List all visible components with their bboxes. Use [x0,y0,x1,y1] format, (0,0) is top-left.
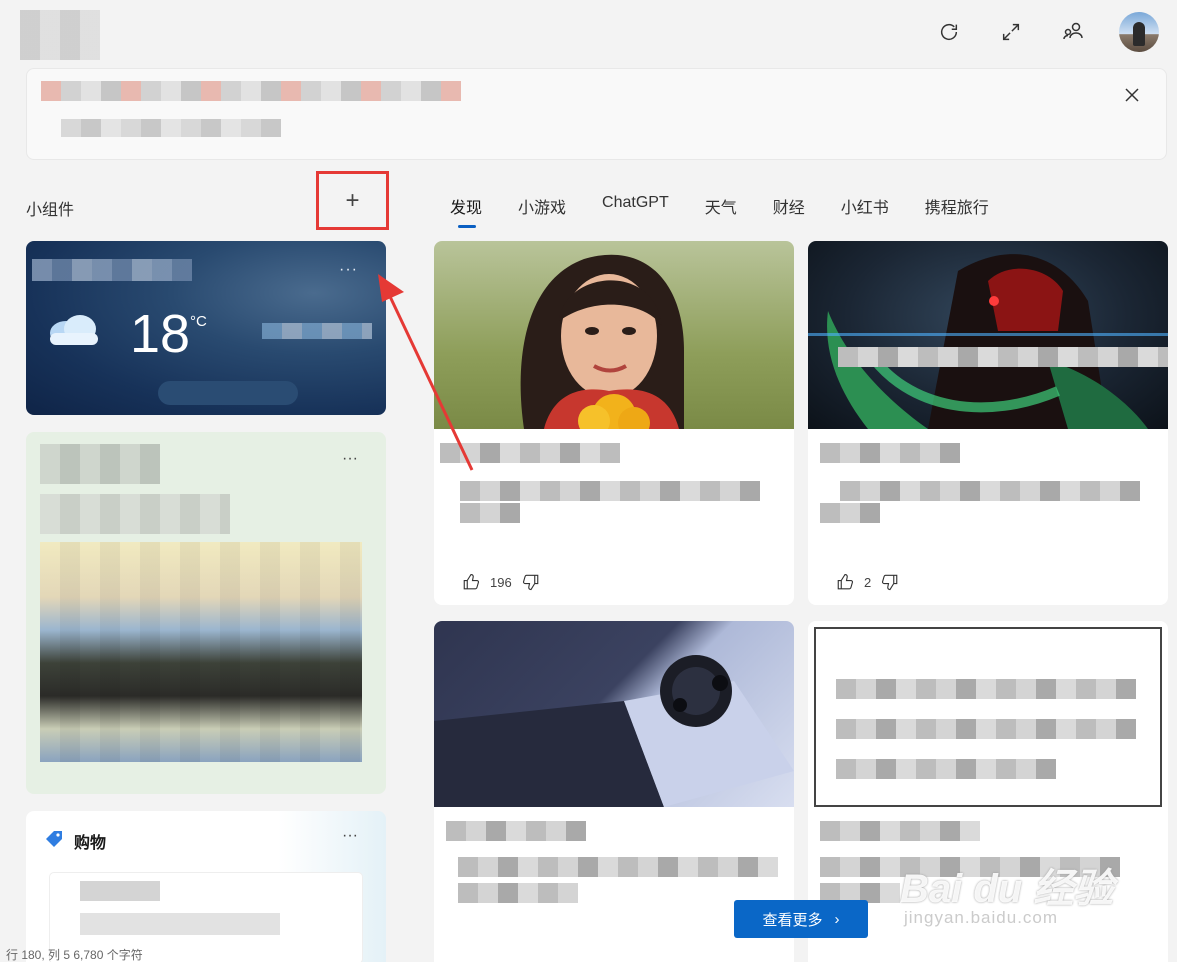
card-reactions: 196 [460,571,542,593]
tab-chatgpt[interactable]: ChatGPT [602,194,669,218]
card-image [808,241,1168,429]
like-icon[interactable] [460,571,482,593]
people-icon[interactable] [1057,16,1089,48]
like-count: 2 [864,574,872,590]
dislike-icon[interactable] [879,571,901,593]
tab-weather[interactable]: 天气 [705,194,737,218]
widget-title-blurred [40,444,160,484]
tab-discover[interactable]: 发现 [450,194,482,228]
temperature-unit: °C [190,313,207,330]
card-image [434,621,794,807]
more-options-icon[interactable]: ··· [339,261,358,279]
like-icon[interactable] [834,571,856,593]
shopping-item-desc-blurred [80,913,280,935]
status-bar: 行 180, 列 5 6,780 个字符 [6,948,143,962]
feed-tabs: 发现 小游戏 ChatGPT 天气 财经 小红书 携程旅行 [450,194,1025,228]
expand-icon[interactable] [995,16,1027,48]
weather-location-blurred [32,259,192,281]
card-source-blurred [820,443,960,463]
temperature: 18 [130,304,191,364]
weather-widget[interactable]: ··· 18 °C [26,241,386,415]
banner-subtitle-blurred [61,119,281,137]
shopping-item-blurred [80,881,160,901]
see-more-label: 查看更多 [762,911,823,929]
card-image [434,241,794,429]
doc-text-blurred-2 [836,719,1136,739]
weather-footer-blurred [158,381,298,405]
baidu-watermark: Bai du 经验 [900,867,1114,911]
add-widget-button[interactable]: + [316,171,389,230]
phone-illustration [434,655,794,807]
tab-finance[interactable]: 财经 [773,194,805,218]
card-headline-blurred [840,481,1140,501]
plus-icon: + [345,186,360,214]
widgets-title: 小组件 [26,202,75,219]
card-reactions: 2 [834,571,901,593]
widget-subtitle-blurred [40,494,230,534]
tab-ctrip[interactable]: 携程旅行 [925,194,989,218]
card-headline-blurred-2 [820,503,880,523]
app-logo [20,10,100,60]
tag-icon [46,831,62,847]
notification-banner [26,68,1167,160]
card-source-blurred [820,821,980,841]
game-art-illustration [808,254,1168,429]
card-source-blurred [440,443,620,463]
shopping-widget[interactable]: 购物 ··· [26,811,386,962]
see-more-button[interactable]: 查看更多 › [734,900,868,938]
feed-card[interactable]: 196 [434,241,794,605]
card-headline-blurred [458,857,778,877]
doc-text-blurred [836,679,1136,699]
feed-card[interactable]: 2 [808,241,1168,605]
top-toolbar [933,12,1159,52]
tab-xiaohongshu[interactable]: 小红书 [841,194,889,218]
widget-image-blurred [40,542,362,762]
card-headline-blurred-2 [458,883,578,903]
chevron-right-icon: › [834,910,840,928]
portrait-illustration [520,254,684,429]
like-count: 196 [490,574,512,590]
banner-title-blurred [41,81,461,101]
close-icon[interactable] [1120,83,1144,107]
weather-condition-blurred [262,323,372,339]
cloud-icon [50,315,98,345]
photo-widget[interactable]: ··· [26,432,386,794]
card-image [814,627,1162,807]
more-options-icon[interactable]: ··· [342,450,358,468]
baidu-watermark-url: jingyan.baidu.com [904,908,1059,927]
card-headline-blurred-2 [460,503,520,523]
doc-text-blurred-3 [836,759,1056,779]
refresh-icon[interactable] [933,16,965,48]
avatar[interactable] [1119,12,1159,52]
card-source-blurred [446,821,586,841]
card-overlay-title-blurred [838,347,1168,367]
card-headline-blurred [460,481,760,501]
tab-mini-games[interactable]: 小游戏 [518,194,566,218]
shopping-title: 购物 [74,835,107,852]
dislike-icon[interactable] [520,571,542,593]
more-options-icon[interactable]: ··· [342,827,358,845]
